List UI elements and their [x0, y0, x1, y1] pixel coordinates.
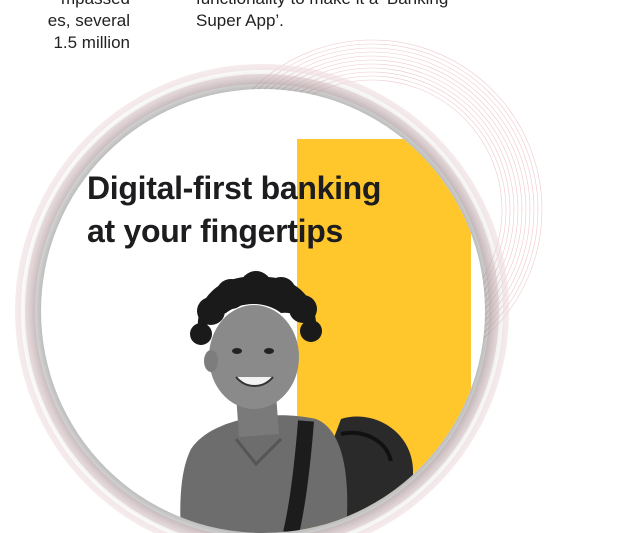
left-paragraph-line: mpassed [0, 0, 130, 10]
left-paragraph-line: 1.5 million [53, 33, 130, 52]
right-paragraph: functionality to make it a ‘Banking Supe… [196, 0, 496, 32]
page: mpassed es, several 1.5 million function… [0, 0, 617, 533]
promo-image-circle: Digital-first banking at your fingertips [41, 89, 485, 533]
right-paragraph-line: functionality to make it a ‘Banking [196, 0, 496, 10]
person-with-backpack-image [180, 271, 413, 533]
left-paragraph-line: es, several [47, 11, 130, 30]
right-paragraph-line: Super App’. [196, 11, 284, 30]
left-paragraph: mpassed es, several 1.5 million [0, 0, 130, 54]
